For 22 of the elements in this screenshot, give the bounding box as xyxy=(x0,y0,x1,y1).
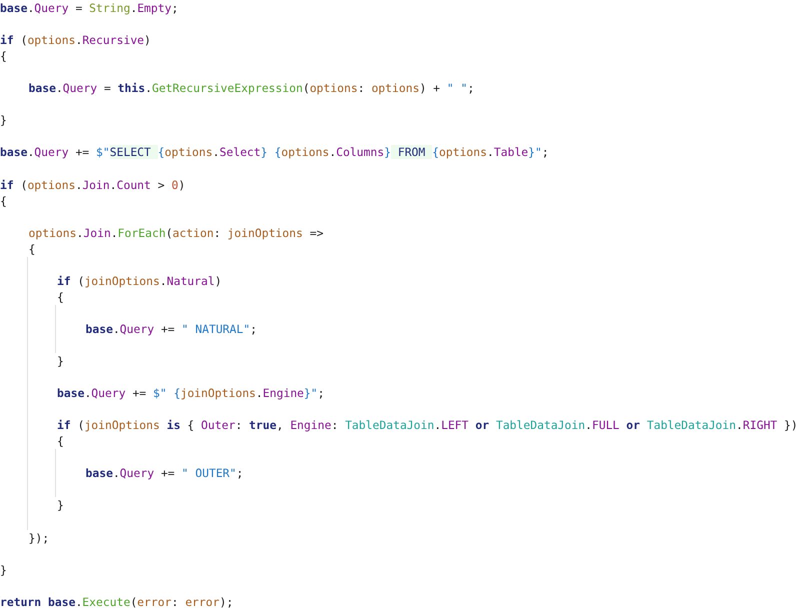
code-line: { xyxy=(0,192,8,209)
code-line: } xyxy=(57,497,65,514)
code-line: { xyxy=(57,288,65,305)
code-line: } xyxy=(0,112,8,128)
code-line: base.Query += $" {joinOptions.Engine}"; xyxy=(57,385,326,402)
code-line: base.Query = String.Empty; xyxy=(0,0,180,16)
code-line: { xyxy=(57,433,65,450)
code-line: } xyxy=(57,353,65,370)
code-line: } xyxy=(0,562,8,578)
code-line: if (options.Recursive) xyxy=(0,32,152,48)
code-line: return base.Execute(error: error); xyxy=(0,594,234,610)
code-line: if (joinOptions.Natural) xyxy=(57,272,223,289)
code-line: { xyxy=(28,240,36,257)
code-line: base.Query += " OUTER"; xyxy=(86,465,244,482)
code-line: }); xyxy=(28,530,50,546)
code-line: base.Query += $"SELECT {options.Select} {options.Columns} FROM {options.Table}"; xyxy=(0,144,550,160)
code-line: if (options.Join.Count > 0) xyxy=(0,176,186,193)
code-line: base.Query = this.GetRecursiveExpression(options: options) + " "; xyxy=(28,80,476,96)
code-line: options.Join.ForEach(action: joinOptions => xyxy=(28,224,324,241)
code-line: base.Query += " NATURAL"; xyxy=(86,320,258,337)
code-line: { xyxy=(0,48,8,64)
code-line: if (joinOptions is { Outer: true, Engine: TableDataJoin.LEFT or TableDataJoin.FULL or TableDataJoin.RIGHT }) xyxy=(57,417,799,434)
